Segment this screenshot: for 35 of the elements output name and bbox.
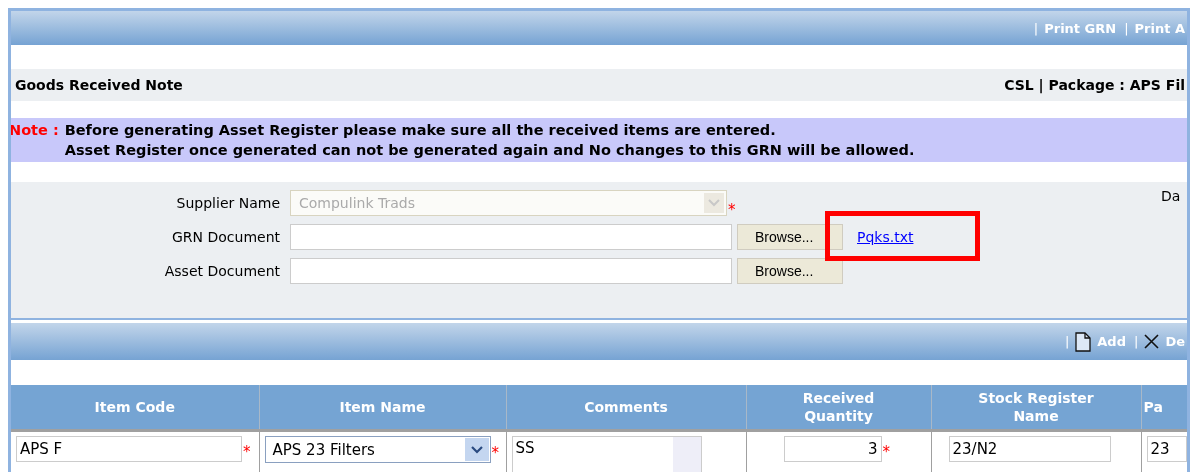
column-header: Item Code [11,385,259,431]
input-field[interactable]: APS F [16,436,242,462]
browse-button[interactable]: Browse... [737,258,843,284]
field-label: GRN Document [170,229,281,245]
page-title: Goods Received Note [15,77,183,93]
required-mark: * [243,442,251,462]
field-label: Da [1161,188,1181,204]
close-icon [1144,334,1160,349]
scrollbar [672,437,701,472]
package-info: CSL | Package : APS Fil [1004,77,1185,93]
browse-button[interactable]: Browse... [737,224,843,250]
column-header: Pa [1141,385,1187,431]
required-mark: * [882,442,890,462]
field-label: Supplier Name [175,195,281,211]
column-header: Item Name [259,385,506,431]
column-header: Comments [506,385,746,431]
separator: | [1033,20,1039,36]
field-label: Asset Document [163,263,281,279]
comments-field[interactable]: SS [511,436,702,472]
column-header: Received Quantity [746,385,931,431]
separator: | [1134,334,1139,349]
separator: | [1124,20,1129,36]
document-icon [1075,331,1092,352]
item-select[interactable]: APS 23 Filters [264,436,491,463]
required-mark: * [491,443,499,463]
required-mark: * [728,200,736,220]
file-link[interactable]: Pqks.txt [857,229,914,245]
input-field[interactable]: 3 [783,436,882,462]
note-text: Before generating Asset Register please make sure all the received items are entered. [64,121,777,140]
column-header: Stock Register Name [931,385,1141,431]
input-field[interactable]: 23 [1146,436,1186,462]
note-text: Asset Register once generated can not be generated again and No changes to this GRN will be allowed. [64,141,915,160]
input-field[interactable]: 23/N2 [948,436,1111,462]
note-label: Note : [11,121,59,140]
separator: | [1064,334,1070,349]
